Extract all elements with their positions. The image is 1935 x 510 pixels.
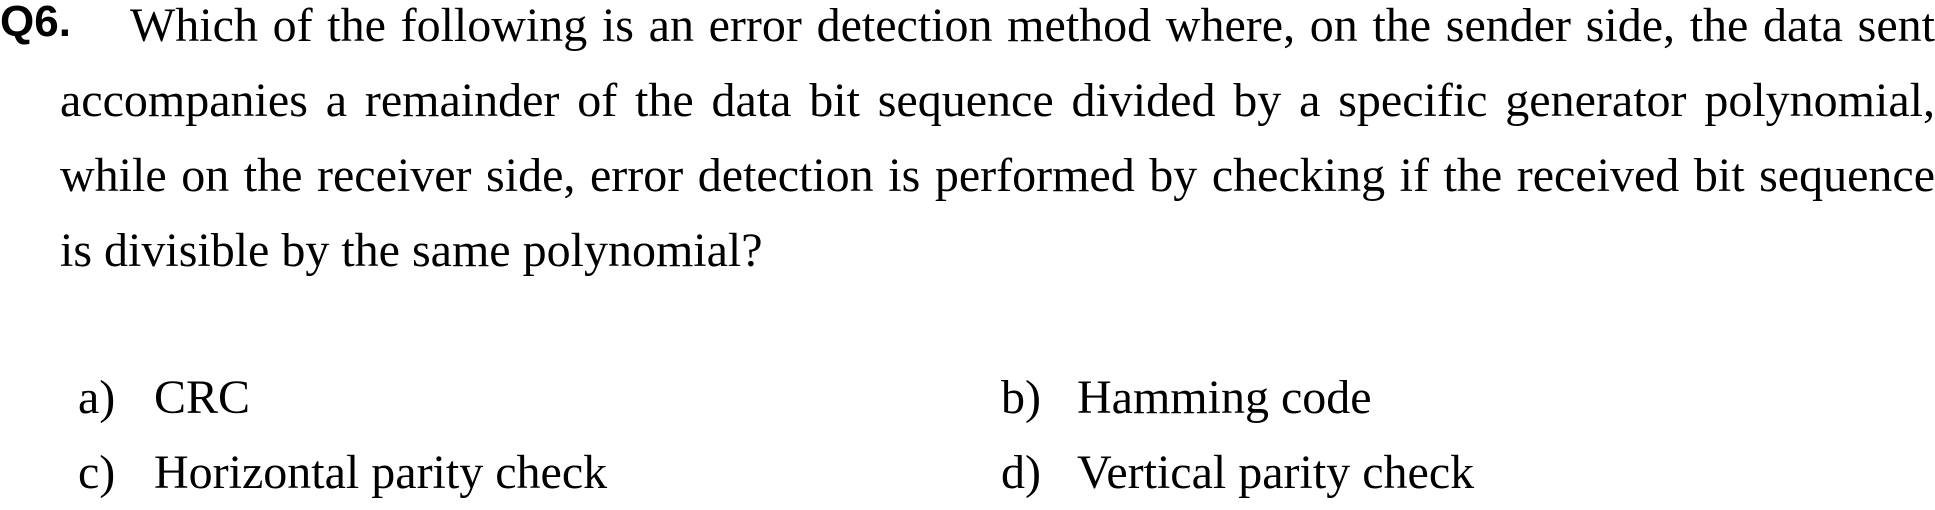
option-text: Horizontal parity check (154, 446, 608, 499)
option-c[interactable]: c) Horizontal parity check (78, 435, 607, 510)
option-letter: b) (1001, 371, 1041, 424)
option-letter: d) (1001, 446, 1041, 499)
question-block: Q6. Which of the following is an error d… (0, 0, 1935, 499)
option-text: Hamming code (1077, 371, 1372, 424)
option-a[interactable]: a) CRC (78, 360, 250, 435)
question-text: Which of the following is an error detec… (60, 0, 1935, 277)
answer-options: a) CRC b) Hamming code c) Horizontal parity… (0, 360, 1935, 499)
option-d[interactable]: d) Vertical parity check (1001, 435, 1474, 510)
option-letter: c) (78, 446, 116, 499)
option-text: Vertical parity check (1077, 446, 1475, 499)
option-letter: a) (78, 371, 116, 424)
option-b[interactable]: b) Hamming code (1001, 360, 1372, 435)
option-text: CRC (154, 371, 251, 424)
